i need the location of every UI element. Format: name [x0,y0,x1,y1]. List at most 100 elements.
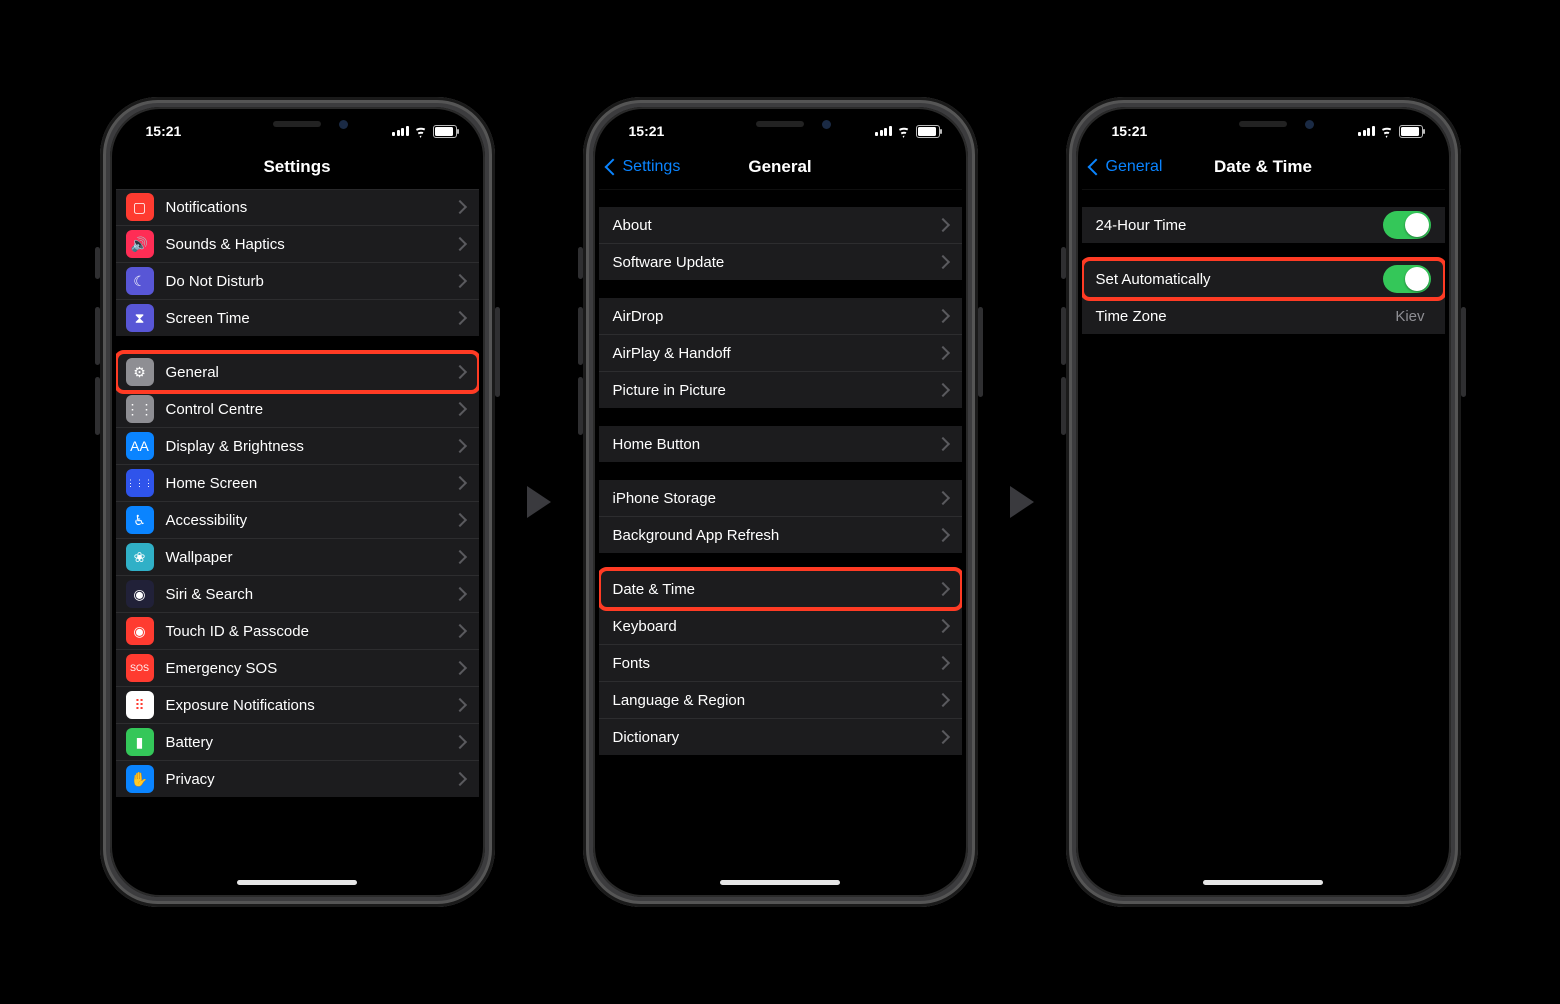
power-button [495,307,500,397]
row-label: Language & Region [613,692,938,709]
chevron-right-icon [935,693,949,707]
settings-row[interactable]: ▢ Notifications [116,189,479,226]
chevron-right-icon [935,437,949,451]
battery-icon: ▮ [126,728,154,756]
settings-row[interactable]: ❀ Wallpaper [116,539,479,576]
mute-switch [578,247,583,279]
settings-row[interactable]: ✋ Privacy [116,761,479,797]
chevron-right-icon [452,311,466,325]
gear-icon: ⚙ [126,358,154,386]
fingerprint-icon: ◉ [126,617,154,645]
nav-title: Settings [263,157,330,177]
settings-row[interactable]: Background App Refresh [599,517,962,553]
chevron-right-icon [452,439,466,453]
settings-row[interactable]: Time Zone Kiev [1082,298,1445,334]
nav-back-button[interactable]: Settings [607,158,681,176]
row-label: AirDrop [613,308,938,325]
chevron-right-icon [452,402,466,416]
chevron-right-icon [935,491,949,505]
row-label: Home Button [613,436,938,453]
row-label: Siri & Search [166,586,455,603]
settings-row[interactable]: AirDrop [599,298,962,335]
settings-group: Date & Time Keyboard Fonts [599,571,962,755]
settings-row[interactable]: ⧗ Screen Time [116,300,479,336]
settings-row[interactable]: ♿︎ Accessibility [116,502,479,539]
battery-icon [1399,125,1423,138]
settings-content[interactable]: ▢ Notifications 🔊 Sounds & Haptics ☾ Do … [116,189,479,891]
home-indicator[interactable] [720,880,840,885]
settings-row[interactable]: Home Button [599,426,962,462]
settings-group: Set Automatically Time Zone Kiev [1082,261,1445,334]
settings-row[interactable]: ⚙ General [116,354,479,391]
nav-back-label: Settings [623,158,681,176]
settings-row[interactable]: ▮ Battery [116,724,479,761]
home-indicator[interactable] [237,880,357,885]
home-indicator[interactable] [1203,880,1323,885]
chevron-right-icon [452,661,466,675]
chevron-right-icon [935,528,949,542]
settings-row[interactable]: ◉ Touch ID & Passcode [116,613,479,650]
hand-icon: ✋ [126,765,154,793]
settings-content[interactable]: About Software Update AirDrop [599,189,962,891]
nav-bar: Settings General [599,145,962,190]
settings-row[interactable]: ◉ Siri & Search [116,576,479,613]
row-label: Accessibility [166,512,455,529]
volume-up [578,307,583,365]
chevron-right-icon [935,656,949,670]
settings-row[interactable]: ⠿ Exposure Notifications [116,687,479,724]
settings-row[interactable]: Date & Time [599,571,962,608]
battery-icon [433,125,457,138]
chevron-right-icon [935,255,949,269]
settings-row[interactable]: AirPlay & Handoff [599,335,962,372]
settings-row[interactable]: ⋮⋮⋮ Home Screen [116,465,479,502]
chevron-right-icon [935,346,949,360]
row-label: Fonts [613,655,938,672]
cellular-icon [875,126,892,136]
chevron-left-icon [1087,159,1104,176]
row-label: Notifications [166,199,455,216]
settings-row[interactable]: Language & Region [599,682,962,719]
settings-group: ▢ Notifications 🔊 Sounds & Haptics ☾ Do … [116,189,479,336]
settings-row[interactable]: iPhone Storage [599,480,962,517]
moon-icon: ☾ [126,267,154,295]
row-label: Wallpaper [166,549,455,566]
volume-down [578,377,583,435]
settings-group: iPhone Storage Background App Refresh [599,480,962,553]
arrow-right-icon [1010,486,1034,518]
settings-row[interactable]: Picture in Picture [599,372,962,408]
settings-content[interactable]: 24-Hour Time Set Automatically Time Zone… [1082,189,1445,891]
phone-general: 15:21 Settings General About [583,97,978,907]
arrow-right-icon [527,486,551,518]
settings-row[interactable]: Keyboard [599,608,962,645]
settings-row[interactable]: Dictionary [599,719,962,755]
hourglass-icon: ⧗ [126,304,154,332]
settings-row[interactable]: SOS Emergency SOS [116,650,479,687]
mute-switch [1061,247,1066,279]
chevron-right-icon [935,383,949,397]
settings-row[interactable]: 24-Hour Time [1082,207,1445,243]
settings-row[interactable]: Set Automatically [1082,261,1445,298]
settings-row[interactable]: AA Display & Brightness [116,428,479,465]
row-label: Touch ID & Passcode [166,623,455,640]
settings-row[interactable]: Software Update [599,244,962,280]
settings-row[interactable]: ⋮⋮ Control Centre [116,391,479,428]
toggle-switch[interactable] [1383,265,1431,293]
row-label: AirPlay & Handoff [613,345,938,362]
nav-back-button[interactable]: General [1090,158,1163,176]
toggle-switch[interactable] [1383,211,1431,239]
nav-title: Date & Time [1214,157,1312,177]
settings-row[interactable]: 🔊 Sounds & Haptics [116,226,479,263]
row-value: Kiev [1395,308,1424,325]
chevron-right-icon [452,698,466,712]
notch [207,113,387,141]
settings-row[interactable]: ☾ Do Not Disturb [116,263,479,300]
chevron-right-icon [452,587,466,601]
settings-group: About Software Update [599,207,962,280]
row-label: Picture in Picture [613,382,938,399]
chevron-right-icon [452,772,466,786]
settings-row[interactable]: Fonts [599,645,962,682]
chevron-right-icon [452,237,466,251]
chevron-right-icon [452,476,466,490]
settings-row[interactable]: About [599,207,962,244]
settings-group: AirDrop AirPlay & Handoff Picture in Pic… [599,298,962,408]
